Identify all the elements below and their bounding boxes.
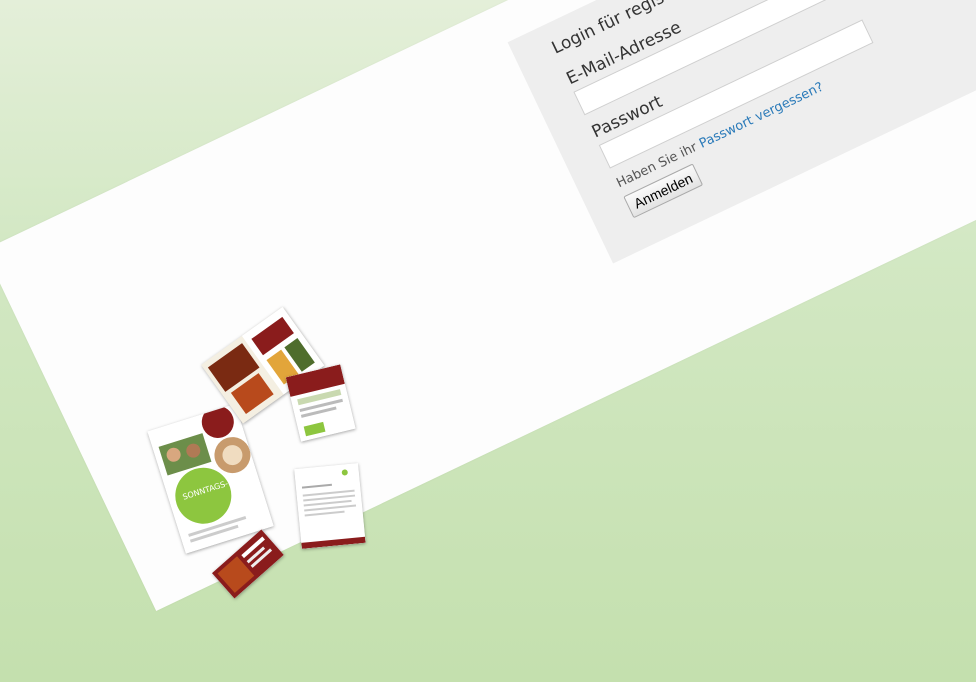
promo-thumbnails: SONNTAGS-KAFFEE [137, 306, 432, 599]
page-background: SONNTAGS-KAFFEE E-Mail-Adresse Passwort … [0, 0, 976, 682]
letterhead-pages-image [294, 463, 366, 549]
login-form: Login für registrierte Benutzer E-Mail-A… [507, 0, 976, 264]
flyer-stack-image [285, 364, 356, 442]
login-panel: SONNTAGS-KAFFEE E-Mail-Adresse Passwort … [0, 0, 976, 612]
sonntagskaffee-poster-image: SONNTAGS-KAFFEE [147, 403, 274, 554]
